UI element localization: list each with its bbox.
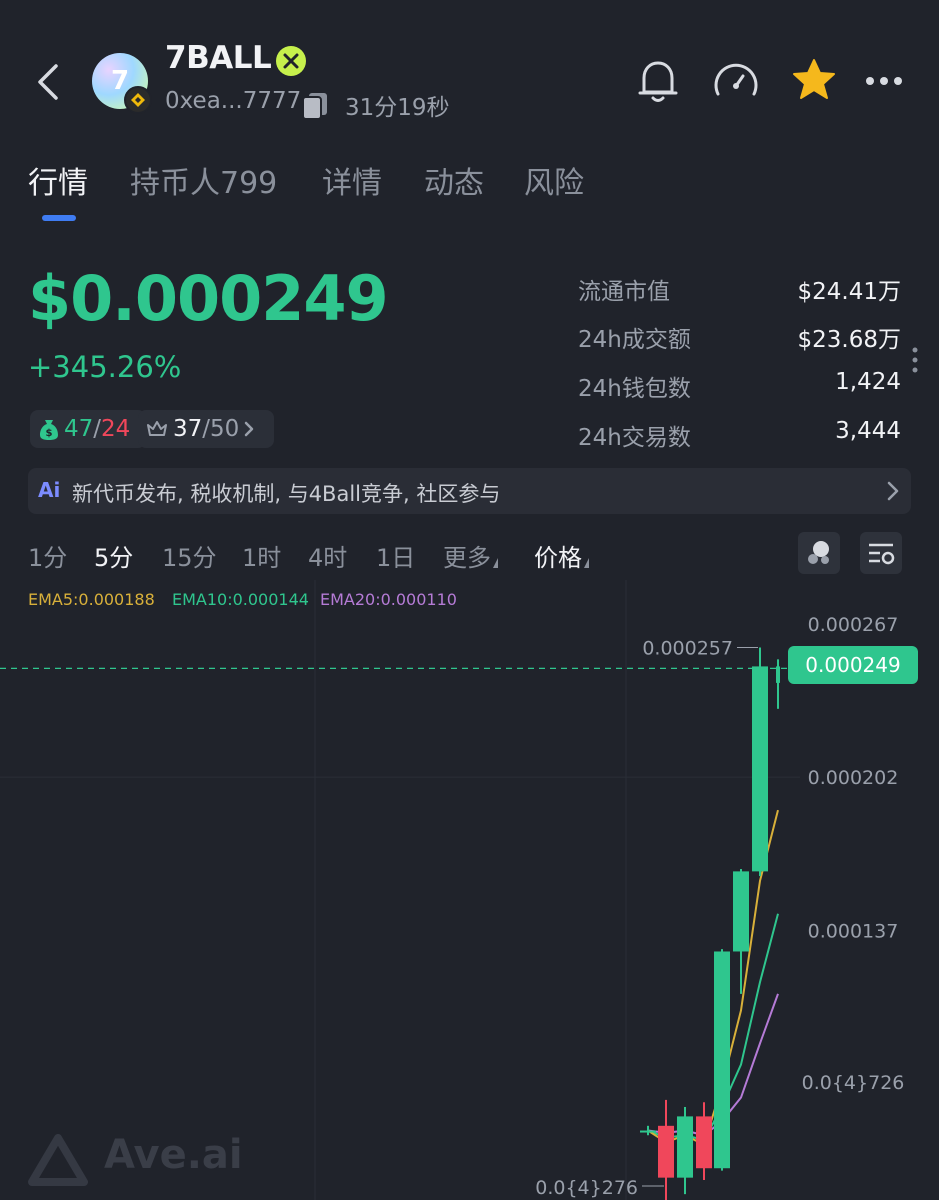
more-options-icon[interactable] [862, 66, 906, 96]
buy-sell-chip: $ 47/24 [30, 410, 146, 448]
copy-icon[interactable] [300, 90, 332, 120]
candle-body [714, 951, 730, 1169]
ema10-line [647, 913, 779, 1142]
ai-summary-text: 新代币发布, 税收机制, 与4Ball竞争, 社区参与 [72, 482, 501, 506]
stat-value-market-cap: $24.41万 [797, 279, 901, 305]
y-axis-label: 0.000137 [808, 920, 899, 942]
active-tab-indicator [42, 215, 76, 221]
tab-holders[interactable]: 持币人799 [130, 158, 277, 202]
indicator-icon [808, 541, 829, 564]
back-arrow-icon[interactable] [30, 58, 70, 106]
buy-count: 47 [64, 416, 94, 442]
token-name: 7BALL [165, 40, 272, 76]
timeframe-4h[interactable]: 4时 [308, 538, 347, 573]
bell-icon[interactable] [634, 56, 682, 106]
candle-body [696, 1116, 712, 1169]
tab-details[interactable]: 详情 [322, 158, 382, 202]
token-age: 31分19秒 [345, 95, 450, 121]
stat-value-volume: $23.68万 [797, 327, 901, 353]
stat-label-volume: 24h成交额 [578, 327, 691, 353]
y-axis-label: 0.0{4}726 [802, 1072, 905, 1094]
stat-label-wallets: 24h钱包数 [578, 376, 691, 402]
vertical-dots-icon[interactable] [910, 345, 920, 375]
candle-body [776, 666, 780, 683]
timeframe-more[interactable]: 更多 [443, 538, 498, 573]
tab-activity[interactable]: 动态 [424, 158, 484, 202]
y-axis-label: 0.000202 [808, 767, 899, 789]
stat-value-trades: 3,444 [835, 418, 901, 444]
chevron-right-icon [245, 421, 254, 437]
timeframe-15m[interactable]: 15分 [162, 538, 217, 573]
current-price-tag: 0.000249 [788, 646, 918, 684]
speedometer-icon[interactable] [710, 56, 762, 106]
contract-address: 0xea...7777 [165, 88, 302, 114]
favorite-star-icon[interactable] [790, 56, 838, 104]
sell-count: 24 [101, 416, 131, 442]
top-holders-chip[interactable]: 37/50 [138, 410, 274, 448]
price-change: +345.26% [28, 350, 182, 384]
stat-value-wallets: 1,424 [835, 369, 901, 395]
watermark: Ave.ai [104, 1132, 243, 1178]
tab-risk[interactable]: 风险 [524, 158, 584, 202]
timeframe-1h[interactable]: 1时 [242, 538, 281, 573]
y-axis-label: 0.000267 [808, 614, 899, 636]
verified-icon [276, 46, 306, 76]
low-price-label: 0.0{4}276 [535, 1177, 638, 1199]
current-price: $0.000249 [28, 262, 389, 335]
candle-body [752, 666, 768, 872]
timeframe-5m[interactable]: 5分 [94, 538, 133, 573]
bnb-chain-icon [124, 86, 152, 114]
svg-text:$: $ [46, 428, 53, 439]
tab-market[interactable]: 行情 [28, 158, 88, 202]
indicator-button[interactable] [798, 532, 840, 574]
candle-body [677, 1116, 693, 1178]
chart-price-mode[interactable]: 价格 [534, 538, 589, 573]
candle-body [658, 1125, 674, 1178]
chart-settings-button[interactable] [860, 532, 902, 574]
settings-icon [869, 543, 895, 565]
high-price-label: 0.000257 [642, 638, 733, 660]
timeframe-1d[interactable]: 1日 [376, 538, 415, 573]
ave-logo-icon [28, 1134, 88, 1186]
ai-icon: Ai [38, 478, 61, 502]
holders-value: 37 [173, 416, 203, 442]
candle-body [733, 871, 749, 952]
candle-body [640, 1130, 656, 1133]
timeframe-1m[interactable]: 1分 [28, 538, 67, 573]
money-bag-icon: $ [40, 420, 58, 440]
chevron-right-icon[interactable] [884, 478, 902, 504]
stat-label-trades: 24h交易数 [578, 425, 691, 451]
crown-icon [147, 421, 167, 436]
stat-label-market-cap: 流通市值 [578, 279, 670, 305]
